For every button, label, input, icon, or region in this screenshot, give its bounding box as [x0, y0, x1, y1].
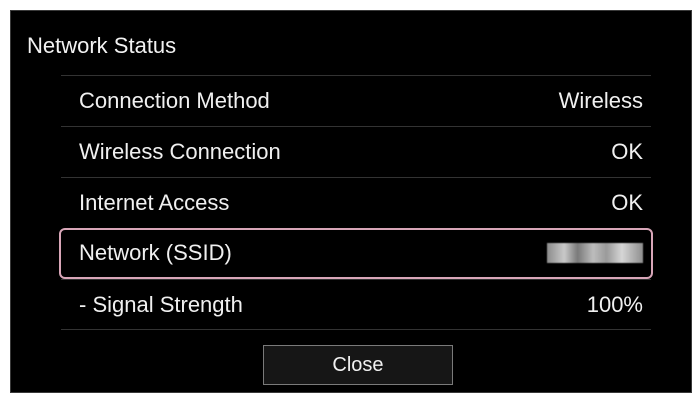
row-signal-strength[interactable]: - Signal Strength 100%	[61, 279, 651, 330]
redacted-blur	[547, 243, 643, 263]
row-label: Network (SSID)	[79, 240, 232, 265]
close-button[interactable]: Close	[263, 345, 453, 385]
row-value: Wireless	[558, 88, 643, 113]
status-list: Connection Method Wireless Wireless Conn…	[59, 75, 653, 330]
row-internet-access[interactable]: Internet Access OK	[61, 177, 651, 228]
row-label: Connection Method	[79, 88, 270, 113]
row-label: - Signal Strength	[79, 292, 243, 317]
row-wireless-connection[interactable]: Wireless Connection OK	[61, 126, 651, 177]
dialog-title: Network Status	[27, 33, 177, 58]
row-network-ssid[interactable]: Network (SSID)	[59, 228, 653, 279]
row-label: Wireless Connection	[79, 139, 281, 164]
row-connection-method[interactable]: Connection Method Wireless	[61, 75, 651, 126]
ssid-value-redacted	[547, 240, 643, 269]
row-label: Internet Access	[79, 190, 230, 215]
row-value: OK	[611, 190, 643, 215]
row-value: 100%	[586, 292, 643, 317]
row-value: OK	[611, 139, 643, 164]
network-status-dialog: Network Status Connection Method Wireles…	[10, 10, 692, 393]
